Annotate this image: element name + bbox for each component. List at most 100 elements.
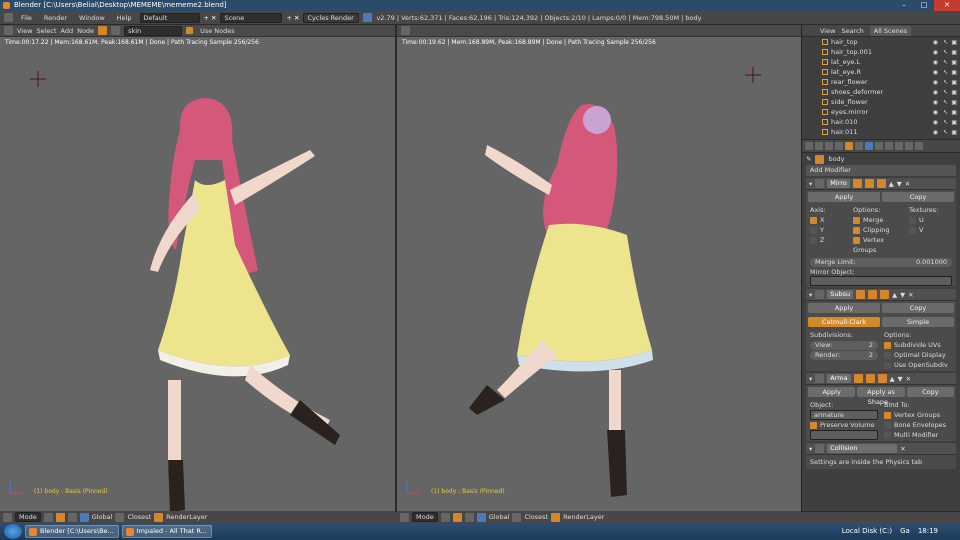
opensubdiv-checkbox[interactable]: Use OpenSubdiv [884, 360, 952, 370]
outliner-display-select[interactable]: All Scenes [869, 25, 912, 36]
apply-button[interactable]: Apply [808, 192, 880, 202]
add-scene-icon[interactable]: + ✕ [286, 14, 299, 22]
visibility-icon[interactable]: ◉ [933, 59, 938, 66]
copy-button[interactable]: Copy [882, 192, 954, 202]
select-icon[interactable]: ↖ [943, 89, 948, 96]
visibility-icon[interactable]: ◉ [933, 109, 938, 116]
armature-object-field[interactable]: armature [810, 410, 878, 420]
orientation-select[interactable]: Global [92, 513, 113, 521]
menu-help[interactable]: Help [113, 14, 136, 22]
editor-type-icon[interactable] [400, 512, 409, 522]
render-icon[interactable]: ▣ [951, 129, 957, 136]
viewport-left[interactable]: View Select Add Node skin Use Nodes Time… [0, 25, 395, 511]
remove-icon[interactable]: ✕ [900, 445, 905, 453]
snap-icon[interactable] [551, 512, 561, 522]
local-disk-label[interactable]: Local Disk (C:) [842, 527, 892, 535]
visibility-icon[interactable]: ◉ [933, 39, 938, 46]
modifier-name-field[interactable]: Mirro [827, 179, 850, 188]
move-down-icon[interactable]: ▼ [898, 375, 903, 383]
scene-field[interactable]: Scene [220, 12, 283, 23]
shading-icon[interactable] [440, 512, 450, 522]
outliner-search-menu[interactable]: Search [841, 27, 863, 35]
visibility-icon[interactable]: ◉ [933, 119, 938, 126]
v-checkbox[interactable]: V [908, 225, 952, 235]
close-button[interactable]: ✕ [934, 0, 960, 11]
menu-select[interactable]: Select [36, 27, 56, 35]
move-up-icon[interactable]: ▲ [892, 291, 897, 299]
render-icon[interactable]: ▣ [951, 99, 957, 106]
constraints-tab-icon[interactable] [855, 142, 863, 150]
simple-button[interactable]: Simple [882, 317, 954, 327]
pin-icon[interactable]: ✎ [806, 155, 811, 163]
render-layer-select[interactable]: RenderLayer [563, 513, 604, 521]
clock[interactable]: 18:19 [918, 527, 938, 535]
expand-icon[interactable]: ▾ [809, 180, 812, 188]
pivot-icon[interactable] [452, 512, 462, 522]
editor-type-icon[interactable] [4, 13, 13, 22]
modifier-name-field[interactable]: Arma [827, 374, 851, 383]
world-tab-icon[interactable] [835, 142, 843, 150]
expand-icon[interactable]: ▾ [809, 375, 812, 383]
physics-tab-icon[interactable] [915, 142, 923, 150]
select-icon[interactable]: ↖ [943, 129, 948, 136]
visibility-icon[interactable]: ◉ [933, 99, 938, 106]
maximize-button[interactable]: □ [914, 0, 934, 11]
visibility-icon[interactable]: ◉ [933, 49, 938, 56]
object-tab-icon[interactable] [845, 142, 853, 150]
modifier-name-field[interactable]: Subsu [827, 290, 854, 299]
editmode-toggle-icon[interactable] [880, 290, 890, 299]
texture-tab-icon[interactable] [895, 142, 903, 150]
render-icon[interactable]: ▣ [951, 79, 957, 86]
optimal-display-checkbox[interactable]: Optimal Display [884, 350, 952, 360]
shader-icon[interactable] [98, 26, 108, 35]
axis-y-checkbox[interactable]: Y [810, 225, 853, 235]
render-levels-field[interactable]: Render: 2 [810, 351, 878, 360]
add-modifier-dropdown[interactable]: Add Modifier [806, 165, 956, 176]
menu-file[interactable]: File [17, 14, 36, 22]
apply-as-shape-button[interactable]: Apply as Shape... [857, 387, 905, 406]
outliner-item[interactable]: lat_eye.R ◉ ↖ ▣ [822, 67, 960, 77]
select-icon[interactable]: ↖ [943, 99, 948, 106]
pivot-icon[interactable] [55, 512, 65, 522]
render-icon[interactable]: ▣ [951, 49, 957, 56]
menu-add[interactable]: Add [61, 27, 74, 35]
material-field[interactable]: skin [124, 25, 183, 36]
copy-button[interactable]: Copy [882, 303, 954, 313]
remove-icon[interactable]: ✕ [906, 375, 911, 383]
multi-modifier-checkbox[interactable]: Multi Modifier [884, 430, 952, 440]
outliner-item[interactable]: rear_flower ◉ ↖ ▣ [822, 77, 960, 87]
layers-tab-icon[interactable] [815, 142, 823, 150]
remove-icon[interactable]: ✕ [908, 291, 913, 299]
view-levels-field[interactable]: View: 2 [810, 341, 878, 350]
scene-tab-icon[interactable] [825, 142, 833, 150]
render-icon[interactable]: ▣ [951, 69, 957, 76]
move-up-icon[interactable]: ▲ [890, 375, 895, 383]
u-checkbox[interactable]: U [908, 215, 952, 225]
render-layer-select[interactable]: RenderLayer [166, 513, 207, 521]
menu-window[interactable]: Window [75, 14, 109, 22]
merge-checkbox[interactable]: Merge [853, 215, 909, 225]
start-button[interactable] [4, 524, 22, 539]
layers-icon[interactable] [512, 512, 522, 522]
viewport-toggle-icon[interactable] [868, 290, 878, 299]
outliner-item[interactable]: shoes_deformer ◉ ↖ ▣ [822, 87, 960, 97]
mode-select[interactable]: Mode [412, 512, 438, 522]
visibility-icon[interactable]: ◉ [933, 79, 938, 86]
render-icon[interactable]: ▣ [951, 109, 957, 116]
axis-x-checkbox[interactable]: X [810, 215, 853, 225]
editor-type-icon[interactable] [4, 26, 13, 35]
manipulator-icon[interactable] [67, 512, 77, 522]
orientation-select[interactable]: Global [489, 513, 510, 521]
menu-view[interactable]: View [17, 27, 32, 35]
move-down-icon[interactable]: ▼ [900, 291, 905, 299]
select-icon[interactable]: ↖ [943, 109, 948, 116]
move-down-icon[interactable]: ▼ [897, 180, 902, 188]
render-toggle-icon[interactable] [853, 374, 863, 383]
outliner-item[interactable]: eyes.mirror ◉ ↖ ▣ [822, 107, 960, 117]
editor-type-icon[interactable] [401, 26, 410, 35]
move-up-icon[interactable]: ▲ [889, 180, 894, 188]
preserve-volume-checkbox[interactable]: Preserve Volume [810, 420, 878, 430]
rotate-icon[interactable] [476, 512, 486, 522]
outliner-item[interactable]: hair.011 ◉ ↖ ▣ [822, 127, 960, 137]
editmode-toggle-icon[interactable] [877, 374, 887, 383]
